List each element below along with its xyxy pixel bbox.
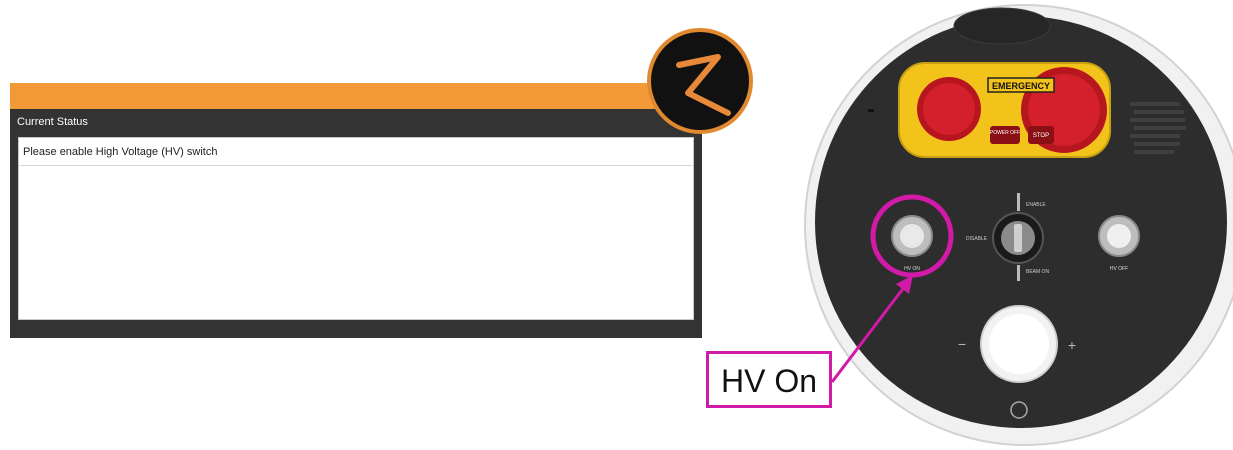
power-off-label: POWER OFF — [990, 130, 1020, 136]
panel-accent-bar — [10, 83, 702, 109]
plus-label: + — [1068, 337, 1076, 353]
status-panel: Current Status Please enable High Voltag… — [10, 83, 702, 338]
app-logo-icon — [647, 28, 753, 134]
current-status-title: Current Status — [17, 116, 88, 128]
hv-on-callout: HV On — [706, 351, 832, 408]
hv-on-callout-text: HV On — [721, 363, 818, 399]
status-message-area: Please enable High Voltage (HV) switch — [18, 137, 694, 320]
control-panel-device: EMERGENCY POWER OFF STOP HV ON ENABLE DI… — [804, 4, 1233, 446]
disable-label: DISABLE — [966, 236, 988, 242]
enable-label: ENABLE — [1026, 202, 1046, 208]
status-message: Please enable High Voltage (HV) switch — [23, 146, 218, 158]
emergency-label: EMERGENCY — [992, 81, 1050, 91]
beam-on-label: BEAM ON — [1026, 269, 1049, 275]
status-message-row: Please enable High Voltage (HV) switch — [19, 138, 693, 166]
minus-label: − — [958, 336, 966, 352]
stop-label: STOP — [1033, 133, 1049, 139]
hv-off-label: HV OFF — [1110, 266, 1128, 272]
power-off-button — [923, 83, 975, 135]
hv-on-label: HV ON — [904, 266, 920, 272]
